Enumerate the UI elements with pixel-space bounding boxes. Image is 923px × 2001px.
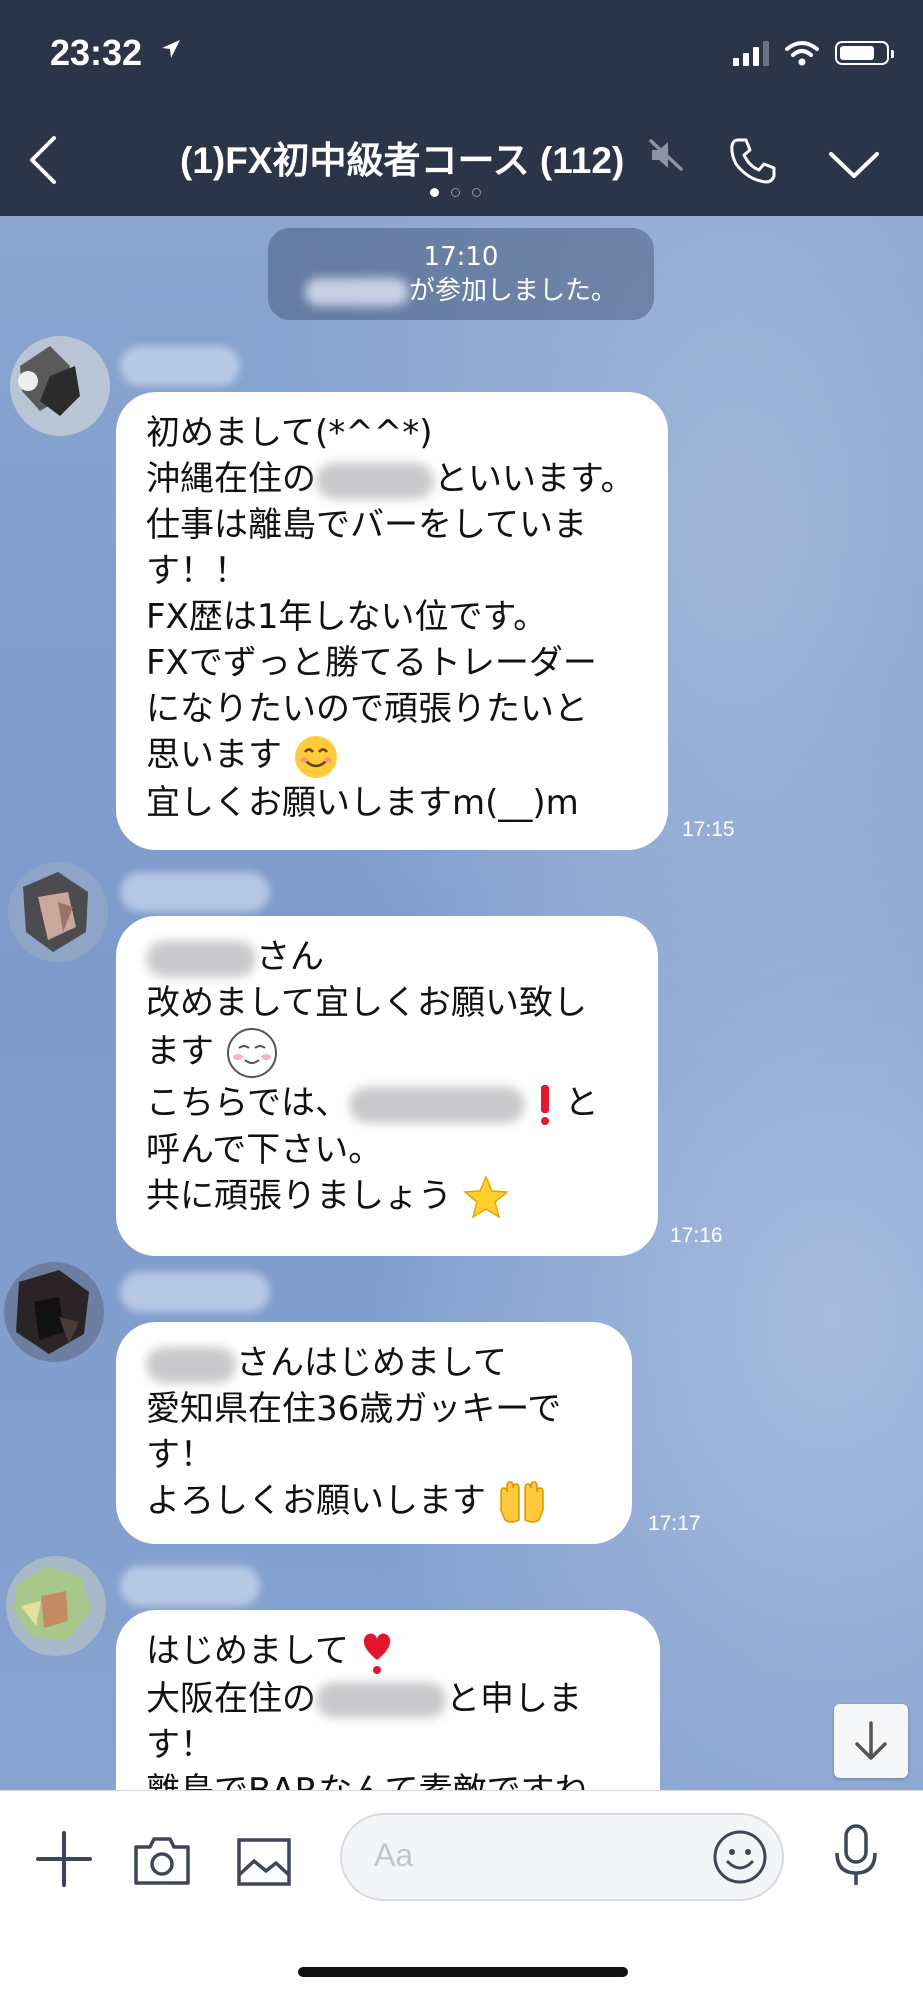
chevron-down-icon[interactable] xyxy=(828,150,880,184)
plus-icon[interactable] xyxy=(34,1829,94,1893)
system-time: 17:10 xyxy=(423,242,499,272)
avatar[interactable] xyxy=(6,1556,106,1656)
system-join-line: が参加しました。 xyxy=(268,274,654,308)
message-line: FXでずっと勝てるトレーダー xyxy=(146,643,597,683)
raised-hands-icon xyxy=(500,1480,544,1523)
message-time: 17:16 xyxy=(670,1224,723,1247)
message-text: さん xyxy=(256,937,324,977)
cellular-signal-icon xyxy=(733,40,769,66)
exclamation-icon xyxy=(540,1084,549,1125)
star-icon xyxy=(462,1175,509,1219)
message-text: 大阪在住の xyxy=(146,1678,316,1719)
message-bubble[interactable]: 初めまして(*^^*) 沖縄在住の といいます。 仕事は離島でバーをしていま す！… xyxy=(116,392,668,850)
message-line: はじめまして xyxy=(146,1628,630,1676)
message-text: 沖縄在住の xyxy=(146,459,316,499)
message-line: になりたいので頑張りたいと xyxy=(146,689,588,729)
message-line: さんはじめまして xyxy=(146,1340,602,1386)
message-text: 共に頑張りましょう xyxy=(146,1175,452,1216)
message-time: 17:15 xyxy=(682,818,735,841)
message-line: 離島でBARなんて素敵ですね xyxy=(146,1768,630,1791)
arrow-down-icon xyxy=(855,1721,887,1760)
message-line: ます xyxy=(146,1026,628,1080)
status-icons xyxy=(733,40,894,66)
message-text: と申しま xyxy=(446,1678,582,1719)
emoji-icon[interactable] xyxy=(712,1829,768,1885)
chat-header: 23:32 (1)FX初中級者コース (112) xyxy=(0,0,923,216)
sender-name xyxy=(120,1272,270,1312)
message-text: ます xyxy=(146,1031,214,1072)
heart-exclamation-icon xyxy=(363,1633,391,1674)
message-input-placeholder: Aa xyxy=(374,1837,414,1873)
message-input-bar: Aa xyxy=(0,1790,923,2001)
chat-title: (1)FX初中級者コース (112) xyxy=(180,140,625,181)
wifi-icon xyxy=(785,41,819,66)
message-line: さん xyxy=(146,934,628,980)
avatar[interactable] xyxy=(10,336,110,436)
microphone-icon[interactable] xyxy=(832,1823,880,1893)
message-input[interactable]: Aa xyxy=(340,1813,784,1901)
message-text: はじめまして xyxy=(146,1631,349,1671)
status-time: 23:32 xyxy=(50,32,143,73)
sender-name xyxy=(120,346,240,386)
call-button[interactable] xyxy=(728,136,778,190)
message-bubble[interactable]: さんはじめまして 愛知県在住36歳ガッキーで す！ よろしくお願いします xyxy=(116,1322,632,1544)
message-line: 思います xyxy=(146,732,638,780)
message-text: 思います xyxy=(146,735,282,775)
message-line: 大阪在住の と申しま xyxy=(146,1676,630,1722)
back-button[interactable] xyxy=(22,132,66,188)
message-text: と xyxy=(564,1083,599,1123)
avatar[interactable] xyxy=(4,1262,104,1362)
message-line: 呼んで下さい。 xyxy=(146,1129,383,1170)
scroll-to-bottom-button[interactable] xyxy=(834,1704,908,1778)
message-text: さんはじめまして xyxy=(236,1343,507,1383)
message-line: 初めまして(*^^*) xyxy=(146,413,433,453)
mute-icon xyxy=(648,138,684,176)
message-bubble[interactable]: はじめまして 大阪在住の と申しま す！ 離島でBARなんて素敵ですね xyxy=(116,1610,660,1790)
chat-area[interactable]: 17:10 が参加しました。 初めまして(*^^*) 沖縄在住の といいます。 仕… xyxy=(0,216,923,1790)
location-arrow-icon xyxy=(160,38,182,64)
message-line: 宜しくお願いしますm(__)m xyxy=(146,782,579,823)
message-line: 改めまして宜しくお願い致し xyxy=(146,983,587,1023)
message-line: 共に頑張りましょう xyxy=(146,1173,628,1221)
page-indicator xyxy=(430,188,481,197)
message-line: 愛知県在住36歳ガッキーで xyxy=(146,1389,562,1429)
sender-name xyxy=(120,1566,260,1606)
message-line: す！ xyxy=(146,1724,214,1765)
message-line: FX歴は1年しない位です。 xyxy=(146,597,548,637)
message-time: 17:17 xyxy=(648,1512,701,1535)
message-text: よろしくお願いします xyxy=(146,1481,486,1521)
message-bubble[interactable]: さん 改めまして宜しくお願い致し ます こちらでは、 と 呼んで下さい。 共に頑… xyxy=(116,916,658,1256)
message-line: 仕事は離島でバーをしていま xyxy=(146,505,587,545)
blushing-face-icon xyxy=(226,1028,277,1078)
avatar[interactable] xyxy=(8,862,108,962)
image-icon[interactable] xyxy=(236,1837,292,1891)
message-line: こちらでは、 と xyxy=(146,1080,628,1127)
sender-name xyxy=(120,872,270,912)
message-line: す！！ xyxy=(146,551,248,591)
home-indicator xyxy=(298,1967,628,1977)
system-join-text: が参加しました。 xyxy=(408,276,617,306)
message-line: す！ xyxy=(146,1435,214,1475)
message-line: よろしくお願いします xyxy=(146,1478,602,1526)
camera-icon[interactable] xyxy=(132,1835,192,1891)
battery-icon xyxy=(835,41,894,65)
message-text: こちらでは、 xyxy=(146,1083,349,1123)
message-line: 沖縄在住の といいます。 xyxy=(146,456,638,502)
smiling-face-icon xyxy=(294,735,337,778)
system-join-message: 17:10 が参加しました。 xyxy=(268,228,654,320)
message-text: といいます。 xyxy=(434,459,635,499)
